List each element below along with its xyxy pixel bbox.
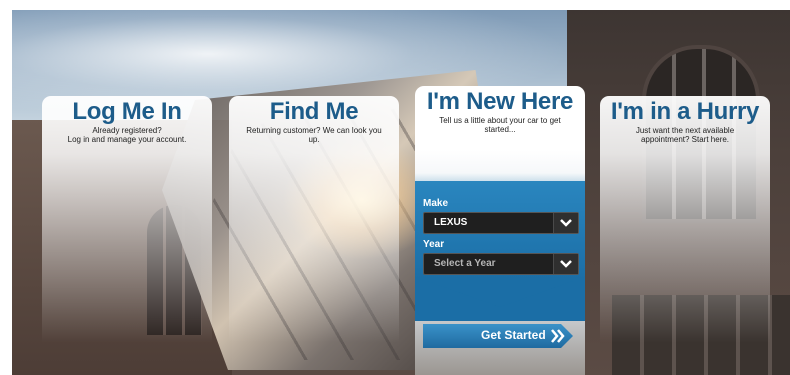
make-dropdown-button[interactable] <box>553 213 578 233</box>
login-title[interactable]: Log Me In <box>42 98 212 126</box>
find-desc-line1: Returning customer? We can look you <box>246 126 382 135</box>
hurry-desc-line1: Just want the next available <box>635 126 735 135</box>
chevron-down-icon <box>560 260 572 268</box>
double-chevron-right-icon <box>551 329 565 343</box>
hurry-desc-line2: appointment? Start here. <box>640 135 730 144</box>
new-title: I'm New Here <box>426 88 574 115</box>
find-card[interactable]: Find Me Returning customer? We can look … <box>229 96 399 375</box>
hurry-title[interactable]: I'm in a Hurry <box>600 98 770 126</box>
make-value: LEXUS <box>434 217 468 228</box>
make-label: Make <box>423 198 449 209</box>
new-desc-line2: started... <box>484 125 516 134</box>
make-select[interactable]: LEXUS <box>423 212 579 234</box>
find-desc-line2: up. <box>308 135 320 144</box>
year-placeholder: Select a Year <box>434 258 496 269</box>
chevron-down-icon <box>560 219 572 227</box>
get-started-label: Get Started <box>481 328 546 342</box>
year-select[interactable]: Select a Year <box>423 253 579 275</box>
year-label: Year <box>423 239 445 250</box>
new-desc-line1: Tell us a little about your car to get <box>439 116 561 125</box>
new-card: I'm New Here Tell us a little about your… <box>415 86 585 375</box>
login-desc-line1: Already registered? <box>92 126 162 135</box>
year-dropdown-button[interactable] <box>553 254 578 274</box>
hurry-card[interactable]: I'm in a Hurry Just want the next availa… <box>600 96 770 375</box>
login-desc-line2: Log in and manage your account. <box>67 135 187 144</box>
get-started-button[interactable]: Get Started <box>423 324 573 348</box>
login-card[interactable]: Log Me In Already registered? Log in and… <box>42 96 212 375</box>
find-title[interactable]: Find Me <box>229 98 399 126</box>
hero-background: Log Me In Already registered? Log in and… <box>12 10 790 375</box>
